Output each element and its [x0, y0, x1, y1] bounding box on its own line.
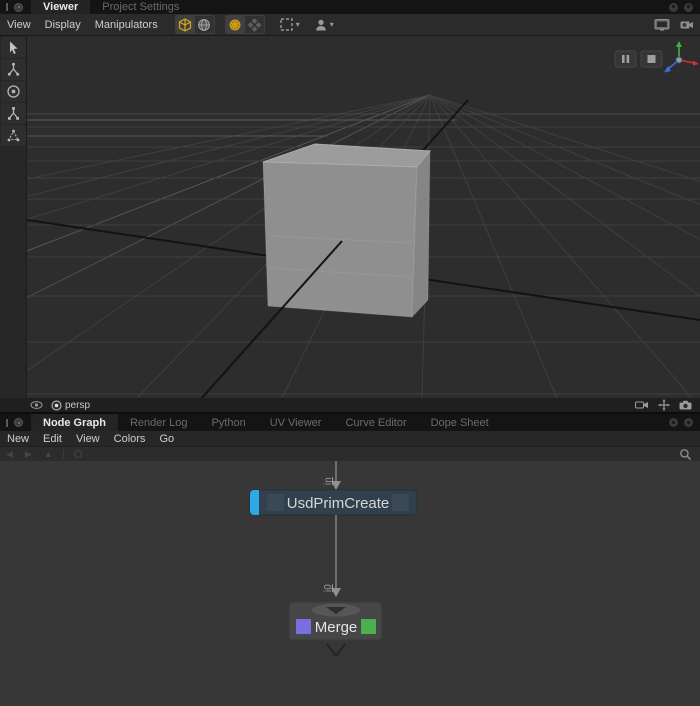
tab-node-graph[interactable]: Node Graph [31, 414, 118, 431]
menu-view[interactable]: View [69, 433, 107, 445]
port-label-i0: i0 [323, 584, 334, 592]
search-icon[interactable] [679, 448, 692, 461]
tab-curve-editor[interactable]: Curve Editor [333, 414, 418, 431]
four-diamonds-icon [247, 18, 261, 32]
rotate-tool-button[interactable] [1, 81, 26, 102]
node-graph-toolrow: ◀ ▶ ▲ [0, 446, 700, 461]
cursor-arrow-icon [6, 40, 21, 55]
pane-drag-handle[interactable] [6, 419, 8, 427]
menu-colors[interactable]: Colors [107, 433, 153, 445]
select-tool-button[interactable] [1, 37, 26, 58]
render-view-icon[interactable] [635, 400, 649, 410]
menu-manipulators[interactable]: Manipulators [88, 19, 165, 31]
pane-menu-icon[interactable] [14, 418, 23, 427]
person-icon [314, 18, 328, 32]
nav-back-icon[interactable]: ◀ [0, 449, 19, 460]
camera-aperture-icon[interactable] [51, 400, 62, 411]
lighting-mode-button[interactable] [226, 16, 245, 33]
world-view-button[interactable] [195, 16, 214, 33]
pane-popout-button[interactable] [669, 418, 678, 427]
node-graph-canvas[interactable]: in UsdPrimCreate i0 Merge [0, 461, 700, 706]
viewer-pane-tabstrip: Viewer Project Settings [0, 0, 700, 14]
camera-icon[interactable] [679, 400, 692, 410]
menu-new[interactable]: New [0, 433, 36, 445]
node-badge-left[interactable] [296, 619, 311, 634]
caret-down-icon: ▾ [330, 20, 334, 29]
node-graph-scene: in UsdPrimCreate i0 Merge [0, 461, 700, 706]
scale-manipulator-icon [6, 106, 21, 121]
pane-drag-handle[interactable] [6, 3, 8, 11]
menu-display[interactable]: Display [38, 19, 88, 31]
light-icon [228, 18, 242, 32]
viewer-toolbar: View Display Manipulators [0, 14, 700, 36]
scale-tool-button[interactable] [1, 103, 26, 124]
node-name-label: UsdPrimCreate [287, 495, 390, 512]
pane-popout-button[interactable] [669, 3, 678, 12]
tab-uv-viewer[interactable]: UV Viewer [258, 414, 334, 431]
axis-gizmo-icon [664, 41, 699, 74]
globe-icon [197, 18, 211, 32]
pan-arrows-icon[interactable] [658, 399, 670, 411]
tab-dope-sheet[interactable]: Dope Sheet [419, 414, 501, 431]
marquee-select-icon [279, 17, 294, 32]
menu-view[interactable]: View [0, 19, 38, 31]
monitor-icon[interactable] [653, 18, 671, 32]
node-name-label: Merge [315, 619, 358, 636]
rotate-manipulator-icon [6, 84, 21, 99]
stop-button[interactable] [641, 51, 662, 67]
pane-close-button[interactable] [684, 418, 693, 427]
menu-go[interactable]: Go [152, 433, 181, 445]
node-usdprimcreate[interactable]: UsdPrimCreate [250, 490, 417, 515]
tab-viewer[interactable]: Viewer [31, 0, 90, 14]
tab-project-settings[interactable]: Project Settings [90, 0, 191, 14]
output-port-chevron[interactable] [327, 644, 345, 656]
world-root-icon[interactable] [74, 450, 82, 458]
pivot-manipulator-icon [6, 128, 21, 143]
viewer-statusbar: persp [0, 398, 700, 412]
translate-tool-button[interactable] [1, 59, 26, 80]
shaded-mode-button[interactable] [176, 16, 195, 33]
caret-down-icon: ▾ [296, 20, 300, 29]
render-layers-button[interactable] [245, 16, 264, 33]
port-label-in: in [323, 477, 334, 485]
pause-button[interactable] [615, 51, 636, 67]
viewport-3d[interactable] [27, 36, 700, 398]
camera-user-button[interactable]: ▾ [314, 18, 334, 32]
tab-render-log[interactable]: Render Log [118, 414, 200, 431]
menu-edit[interactable]: Edit [36, 433, 69, 445]
eye-icon[interactable] [30, 400, 43, 410]
node-graph-pane-tabstrip: Node Graph Render Log Python UV Viewer C… [0, 414, 700, 431]
node-merge[interactable]: Merge [289, 602, 382, 640]
snapshot-camera-icon[interactable] [679, 18, 694, 31]
pane-close-button[interactable] [684, 3, 693, 12]
translate-manipulator-icon [6, 62, 21, 77]
application-window: Viewer Project Settings View Display Man… [0, 0, 700, 706]
toolbar-separator [63, 450, 64, 459]
selection-mode-button[interactable]: ▾ [279, 17, 300, 32]
viewport-scene [27, 36, 700, 398]
pivot-tool-button[interactable] [1, 125, 26, 146]
nav-up-icon[interactable]: ▲ [38, 449, 59, 459]
cube-icon [178, 18, 192, 32]
tab-python[interactable]: Python [199, 414, 257, 431]
camera-name-label[interactable]: persp [65, 400, 90, 411]
viewer-tool-column [0, 36, 27, 398]
node-graph-menubar: New Edit View Colors Go [0, 431, 700, 446]
nav-forward-icon[interactable]: ▶ [19, 449, 38, 460]
pane-menu-icon[interactable] [14, 3, 23, 12]
node-badge-right[interactable] [361, 619, 376, 634]
cube-geometry[interactable] [263, 144, 430, 317]
